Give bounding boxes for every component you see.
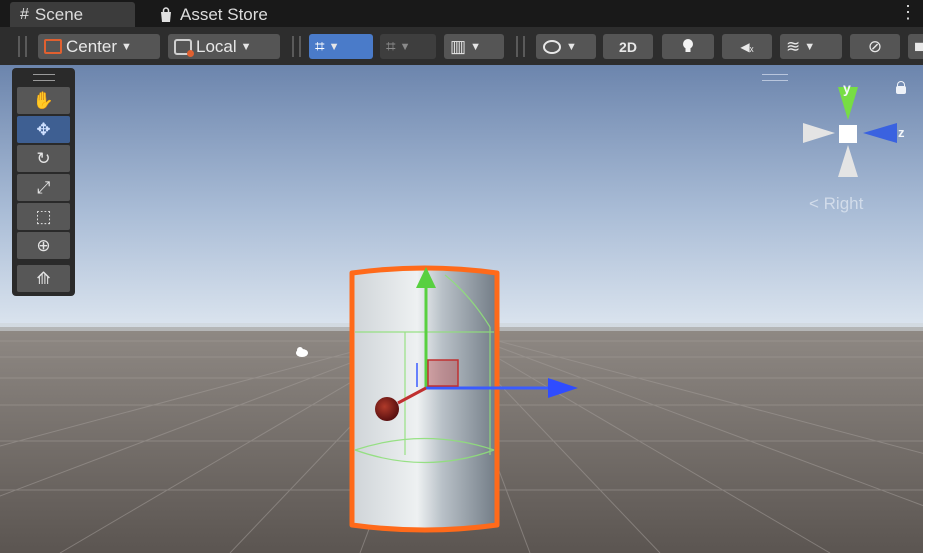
ruler-icon: ▥ — [450, 36, 467, 56]
toolbar-separator — [292, 36, 294, 57]
toolbar-separator — [523, 36, 525, 57]
chevron-down-icon: ▼ — [240, 40, 252, 53]
tab-bar: # Scene Asset Store ⋮ — [0, 0, 923, 27]
rotate-tool-button[interactable]: ↻ — [17, 145, 70, 172]
scale-tool-button[interactable]: ⤢ — [17, 174, 70, 201]
rect-tool-button[interactable]: ⬚ — [17, 203, 70, 230]
gizmo-y-label: y — [843, 80, 851, 96]
chevron-down-icon: ▼ — [399, 40, 411, 53]
toolbar-separator — [516, 36, 518, 57]
hand-icon: ✋ — [32, 90, 55, 110]
space-local-label: Local — [196, 36, 237, 56]
scale-icon: ⤢ — [36, 177, 51, 197]
plane-handle[interactable] — [427, 359, 459, 387]
tab-asset-store-label: Asset Store — [180, 4, 268, 24]
toolbar-separator — [299, 36, 301, 57]
toggle-2d-label: 2D — [619, 38, 637, 55]
scene-visibility-toggle[interactable]: ⊘ — [850, 34, 900, 59]
transform-tool-button[interactable]: ⊕ — [17, 232, 70, 259]
light-bulb-icon — [683, 38, 693, 52]
grid-snap-icon: ⌗ — [315, 36, 325, 56]
ruler-settings-dropdown[interactable]: ▥ ▼ — [444, 34, 504, 59]
gizmo-z-label: z — [898, 125, 905, 140]
tab-asset-store[interactable]: Asset Store — [148, 2, 298, 27]
pivot-center-label: Center — [66, 36, 118, 56]
chevron-down-icon: ▼ — [566, 40, 577, 53]
camera-icon: ■ — [914, 36, 923, 56]
view-direction-label[interactable]: < Right — [809, 194, 863, 214]
audio-muted-icon: ◀ₓ — [740, 39, 754, 54]
custom-tool-icon: ⟰ — [36, 268, 51, 288]
gizmo-center-cube[interactable] — [839, 125, 857, 143]
transform-icon: ⊕ — [36, 235, 51, 255]
effects-dropdown[interactable]: ≋ ▼ — [780, 34, 842, 59]
increment-snap-toggle[interactable]: ⌗ ▼ — [380, 34, 436, 59]
lighting-toggle[interactable] — [662, 34, 714, 59]
chevron-down-icon: ▼ — [470, 40, 481, 53]
gizmo-drag-handle[interactable] — [762, 74, 788, 81]
scene-window: # Scene Asset Store ⋮ Center ▼ Local ▼ ⌗… — [0, 0, 923, 553]
draw-mode-dropdown[interactable]: ▼ — [536, 34, 596, 59]
chevron-down-icon: ▼ — [804, 40, 816, 53]
scene-viewport[interactable] — [0, 65, 923, 553]
scene-canvas[interactable] — [0, 65, 923, 553]
tab-scene[interactable]: # Scene — [10, 2, 135, 27]
move-tool-button[interactable]: ✥ — [17, 116, 70, 143]
shaded-sphere-icon — [543, 39, 561, 54]
toggle-2d-button[interactable]: 2D — [603, 34, 653, 59]
chevron-down-icon: ▼ — [328, 40, 340, 53]
custom-tool-button[interactable]: ⟰ — [17, 265, 70, 292]
effects-icon: ≋ — [786, 36, 801, 56]
grid-snap-toggle[interactable]: ⌗ ▼ — [309, 34, 373, 59]
pivot-center-dropdown[interactable]: Center ▼ — [38, 34, 160, 59]
camera-settings-button[interactable]: ■ — [908, 34, 923, 59]
scene-toolbar: Center ▼ Local ▼ ⌗ ▼ ⌗ ▼ ▥ ▼ ▼ 2D ◀ₓ ≋ ▼… — [0, 27, 923, 65]
lock-icon[interactable] — [896, 81, 906, 94]
more-options-icon[interactable]: ⋮ — [899, 3, 917, 21]
x-axis-cap[interactable] — [375, 397, 399, 421]
tool-palette: ✋ ✥ ↻ ⤢ ⬚ ⊕ ⟰ — [12, 68, 75, 296]
hand-tool-button[interactable]: ✋ — [17, 87, 70, 114]
rotate-icon: ↻ — [36, 148, 51, 168]
increment-snap-icon: ⌗ — [386, 36, 396, 56]
tab-scene-label: Scene — [34, 4, 84, 24]
shopping-bag-icon — [161, 6, 171, 22]
pivot-center-icon — [44, 39, 62, 54]
move-arrows-icon: ✥ — [36, 119, 51, 139]
hash-icon: # — [20, 5, 29, 23]
audio-toggle[interactable]: ◀ₓ — [722, 34, 772, 59]
toolbar-separator — [25, 36, 27, 57]
palette-drag-handle[interactable] — [32, 74, 55, 81]
space-local-dropdown[interactable]: Local ▼ — [168, 34, 280, 59]
toolbar-separator — [18, 36, 20, 57]
local-space-icon — [174, 38, 194, 57]
chevron-down-icon: ▼ — [121, 40, 132, 53]
rect-transform-icon: ⬚ — [35, 206, 52, 226]
hidden-eye-icon: ⊘ — [867, 36, 883, 56]
